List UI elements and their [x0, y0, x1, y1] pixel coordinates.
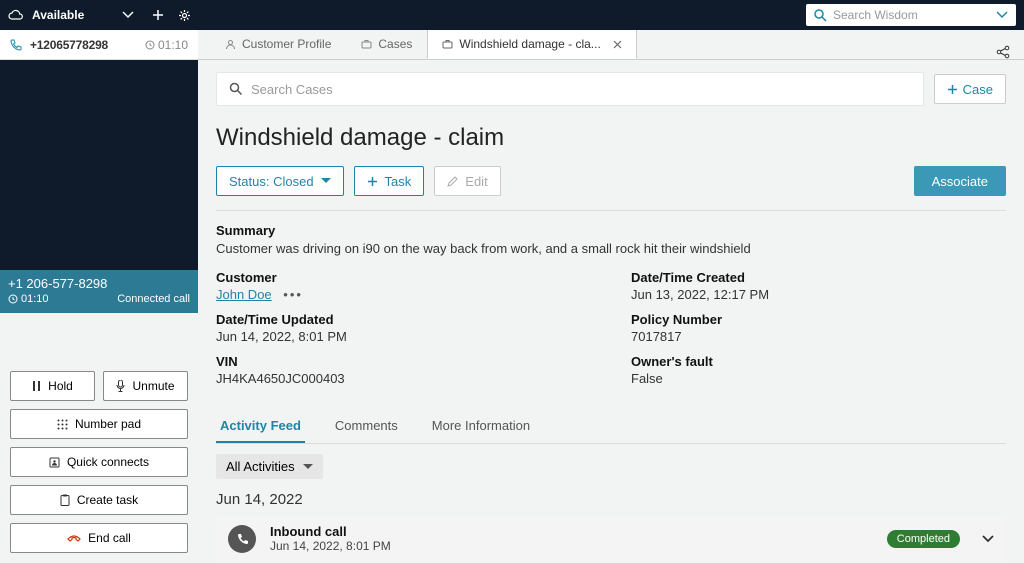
vin-value: JH4KA4650JC000403	[216, 371, 591, 386]
search-icon	[229, 82, 243, 96]
connected-duration: 01:10	[21, 293, 49, 305]
fault-label: Owner's fault	[631, 354, 1006, 369]
tab-customer-profile[interactable]: Customer Profile	[210, 30, 346, 59]
share-icon[interactable]	[982, 45, 1024, 59]
activity-time: Jun 14, 2022, 8:01 PM	[270, 539, 391, 553]
updated-value: Jun 14, 2022, 8:01 PM	[216, 329, 591, 344]
connected-number: +1 206-577-8298	[8, 276, 190, 291]
case-title: Windshield damage - claim	[216, 124, 1006, 152]
customer-link[interactable]: John Doe	[216, 287, 272, 302]
vin-label: VIN	[216, 354, 591, 369]
create-task-button[interactable]: Create task	[10, 485, 188, 515]
pause-icon	[32, 381, 41, 391]
tab-cases[interactable]: Cases	[346, 30, 427, 59]
search-cases[interactable]	[216, 72, 924, 106]
close-tab-icon[interactable]	[613, 40, 622, 49]
activity-title: Inbound call	[270, 524, 391, 539]
briefcase-icon	[442, 39, 453, 49]
numpad-button[interactable]: Number pad	[10, 409, 188, 439]
chevron-down-icon[interactable]	[996, 11, 1008, 19]
status-dropdown-button[interactable]: Status: Closed	[216, 166, 344, 196]
active-call-card[interactable]: +12065778298 01:10	[0, 30, 198, 60]
plus-icon	[947, 84, 958, 95]
edit-button: Edit	[434, 166, 500, 196]
hold-button[interactable]: Hold	[10, 371, 95, 401]
phone-circle-icon	[228, 525, 256, 553]
updated-label: Date/Time Updated	[216, 312, 591, 327]
created-value: Jun 13, 2022, 12:17 PM	[631, 287, 1006, 302]
wisdom-search[interactable]	[806, 4, 1016, 26]
policy-label: Policy Number	[631, 312, 1006, 327]
call-duration: 01:10	[158, 38, 188, 52]
chevron-down-icon[interactable]	[982, 535, 994, 543]
summary-text: Customer was driving on i90 on the way b…	[216, 241, 1006, 256]
subtab-more-info[interactable]: More Information	[428, 410, 534, 443]
connected-call-banner: +1 206-577-8298 01:10 Connected call	[0, 270, 198, 313]
clock-icon	[8, 294, 18, 304]
activity-status-badge: Completed	[887, 530, 960, 548]
tab-case-detail[interactable]: Windshield damage - cla...	[427, 30, 636, 59]
associate-button[interactable]: Associate	[914, 166, 1006, 196]
summary-label: Summary	[216, 223, 1006, 238]
activity-row[interactable]: Inbound call Jun 14, 2022, 8:01 PM Compl…	[216, 516, 1006, 561]
pencil-icon	[447, 176, 458, 187]
caret-down-icon	[321, 178, 331, 184]
agent-status: Available	[32, 8, 84, 22]
new-case-button[interactable]: Case	[934, 74, 1006, 104]
profile-icon	[225, 39, 236, 50]
call-number: +12065778298	[30, 38, 108, 52]
mic-icon	[116, 380, 125, 392]
clipboard-icon	[60, 494, 70, 506]
cloud-icon	[8, 9, 24, 21]
search-icon	[814, 9, 827, 22]
created-label: Date/Time Created	[631, 270, 1006, 285]
task-button[interactable]: Task	[354, 166, 425, 196]
plus-icon	[367, 176, 378, 187]
activity-filter[interactable]: All Activities	[216, 454, 323, 479]
wisdom-search-input[interactable]	[833, 8, 996, 22]
search-cases-input[interactable]	[251, 82, 911, 97]
policy-value: 7017817	[631, 329, 1006, 344]
settings-icon[interactable]	[178, 9, 191, 22]
more-icon[interactable]: •••	[283, 287, 303, 302]
phone-icon	[10, 39, 22, 51]
grid-icon	[57, 419, 68, 430]
subtab-comments[interactable]: Comments	[331, 410, 402, 443]
connected-status: Connected call	[117, 293, 190, 305]
fault-value: False	[631, 371, 1006, 386]
caret-down-icon	[303, 464, 313, 470]
unmute-button[interactable]: Unmute	[103, 371, 188, 401]
status-dropdown[interactable]	[122, 11, 134, 19]
clock-icon	[145, 40, 155, 50]
quick-connects-button[interactable]: Quick connects	[10, 447, 188, 477]
contacts-icon	[49, 457, 60, 468]
end-call-button[interactable]: End call	[10, 523, 188, 553]
add-icon[interactable]	[152, 9, 164, 21]
briefcase-icon	[361, 39, 372, 49]
end-call-icon	[67, 533, 81, 543]
subtab-activity-feed[interactable]: Activity Feed	[216, 410, 305, 443]
activity-date-header: Jun 14, 2022	[216, 491, 1006, 508]
customer-label: Customer	[216, 270, 591, 285]
